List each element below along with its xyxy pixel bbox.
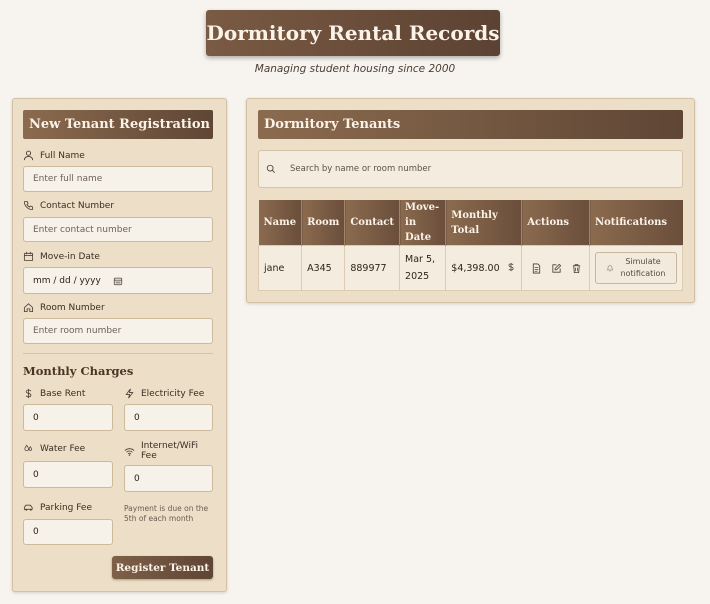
room-input[interactable]: Enter room number [23,318,213,344]
tenant-actions-cell [521,245,590,291]
column-header[interactable]: Actions [521,200,590,246]
table-row: jane A345 889977 Mar 5, 2025 $4,398.00 S… [257,245,683,291]
column-header[interactable]: Name [258,200,303,246]
search-icon [266,164,276,174]
app-title-banner: Dormitory Rental Records [206,10,500,56]
phone-icon [23,200,34,211]
base-rent-input[interactable]: 0 [23,404,113,431]
calendar-icon [23,251,34,262]
full-name-input[interactable]: Enter full name [23,166,213,192]
column-header[interactable]: Move-in Date [399,200,447,246]
column-header[interactable]: Monthly Total [445,200,523,246]
tenant-room-cell: A345 [301,245,346,291]
electricity-label: Electricity Fee [124,388,204,399]
wifi-icon [124,448,135,456]
parking-input[interactable]: 0 [23,519,113,545]
internet-input[interactable]: 0 [124,465,213,492]
form-divider [23,353,213,354]
edit-icon[interactable] [551,263,562,274]
base-rent-label: Base Rent [23,388,85,399]
payment-note: Payment is due on the 5th of each month [124,504,209,523]
move-in-date-input[interactable]: mm / dd / yyyy [23,267,213,294]
app-subtitle: Managing student housing since 2000 [254,63,456,75]
column-header[interactable]: Room [301,200,346,246]
droplet-icon [24,444,32,452]
car-icon [23,504,33,511]
water-input[interactable]: 0 [23,461,113,488]
dollar-icon [25,388,32,399]
home-icon [23,303,34,313]
monthly-charges-title: Monthly Charges [23,364,134,378]
user-icon [23,150,34,161]
bolt-icon [125,388,134,399]
tenant-total-cell: $4,398.00 [445,245,523,291]
parking-label: Parking Fee [23,502,92,513]
registration-title: New Tenant Registration [23,110,213,139]
move-in-label: Move-in Date [23,251,100,262]
app-title: Dormitory Rental Records [206,21,500,45]
simulate-notification-button[interactable]: Simulate notification [595,252,677,284]
tenants-title: Dormitory Tenants [258,110,683,139]
bell-icon [606,265,614,272]
tenant-notifications-cell: Simulate notification [589,245,683,291]
tenant-search-input[interactable]: Search by name or room number [258,150,683,188]
internet-label: Internet/WiFi Fee [124,441,201,461]
electricity-input[interactable]: 0 [124,404,213,431]
column-header[interactable]: Notifications [589,200,683,246]
tenant-name-cell: jane [257,245,303,291]
trash-icon[interactable] [571,263,582,274]
calendar-picker-icon[interactable] [113,276,123,286]
contact-label: Contact Number [23,200,114,211]
full-name-label: Full Name [23,150,85,161]
tenants-table: Name Room Contact Move-in Date Monthly T… [257,200,683,291]
tenant-move-in-cell: Mar 5, 2025 [399,245,447,291]
water-label: Water Fee [23,443,85,454]
tenant-contact-cell: 889977 [344,245,401,291]
document-icon[interactable] [531,263,542,274]
dollar-icon [508,262,514,271]
column-header[interactable]: Contact [344,200,401,246]
register-tenant-button[interactable]: Register Tenant [112,556,213,579]
contact-input[interactable]: Enter contact number [23,217,213,242]
room-label: Room Number [23,302,105,313]
